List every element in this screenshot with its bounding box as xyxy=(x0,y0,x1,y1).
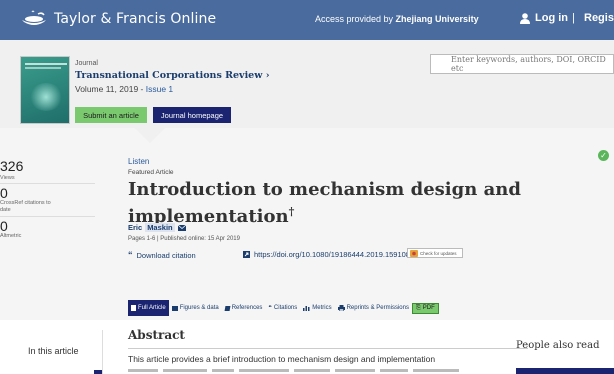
printer-icon xyxy=(337,305,345,311)
tab-metrics[interactable]: Metrics xyxy=(300,300,334,316)
login-label: Log in xyxy=(535,12,568,24)
access-provided: Access provided by Zhejiang University xyxy=(315,14,479,24)
envelope-icon[interactable] xyxy=(177,224,186,231)
issue-link[interactable]: Issue 1 xyxy=(146,84,173,94)
journal-volume: Volume 11, 2019 - Issue 1 xyxy=(75,84,173,94)
tab-citations[interactable]: “ Citations xyxy=(265,300,300,316)
check-updates-label: Check for updates xyxy=(420,250,457,256)
author-last-name: Maskin xyxy=(145,223,175,232)
author-first-name: Eric xyxy=(128,223,143,232)
search-input[interactable]: Enter keywords, authors, DOI, ORCID etc xyxy=(430,54,614,74)
metric-value: 326 xyxy=(0,158,24,174)
pages-published: Pages 1-6 | Published online: 15 Apr 201… xyxy=(128,236,240,242)
listen-link[interactable]: Listen xyxy=(128,157,149,166)
tab-full-article[interactable]: Full Article xyxy=(128,300,169,316)
title-footnote-mark[interactable]: † xyxy=(289,205,295,218)
header-pointer xyxy=(135,128,165,143)
download-citation-link[interactable]: “ Download citation xyxy=(128,250,196,260)
people-also-read-item[interactable] xyxy=(516,368,614,374)
access-prefix: Access provided by xyxy=(315,14,396,24)
login-link[interactable]: Log in xyxy=(520,12,568,24)
submit-article-button[interactable]: Submit an article xyxy=(75,107,147,123)
abstract-divider xyxy=(128,348,528,349)
bar-chart-icon xyxy=(303,306,310,311)
checkmark-icon: ✓ xyxy=(598,150,609,161)
tab-pdf[interactable]: ⎘ PDF xyxy=(411,302,439,314)
in-this-article-label[interactable]: In this article xyxy=(28,346,79,356)
author-line[interactable]: Eric Maskin xyxy=(128,223,186,232)
header-separator: | xyxy=(572,12,575,24)
abstract-cropped-line xyxy=(128,369,488,374)
tab-label: Reprints & Permissions xyxy=(346,305,409,311)
metric-label: CrossRef citations to date xyxy=(0,200,51,213)
register-link[interactable]: Register xyxy=(584,12,614,24)
tab-label: Full Article xyxy=(138,305,166,311)
journal-cover-image[interactable] xyxy=(20,56,70,124)
site-logo[interactable]: Taylor & Francis Online xyxy=(20,10,216,28)
pdf-icon: ⎘ xyxy=(415,304,421,311)
tab-label: Metrics xyxy=(312,305,332,311)
sidebar-divider xyxy=(102,330,103,374)
journal-title-link[interactable]: Transnational Corporations Review › xyxy=(75,70,270,81)
check-for-updates-button[interactable]: Check for updates xyxy=(407,248,463,258)
article-title-text: Introduction to mechanism design and imp… xyxy=(128,179,521,227)
volume-text: Volume 11, 2019 - xyxy=(75,84,146,94)
quote-icon: “ xyxy=(128,250,133,260)
user-icon xyxy=(520,12,530,24)
metric-value: 0 xyxy=(0,218,8,234)
metric-label[interactable]: Altmetric xyxy=(0,233,21,240)
tab-label: Figures & data xyxy=(179,305,219,311)
tab-label: References xyxy=(231,305,263,311)
metric-label: Views xyxy=(0,175,15,181)
download-citation-label: Download citation xyxy=(136,250,196,260)
article-tabs: Full Article Figures & data References “… xyxy=(128,300,439,316)
tab-label: PDF xyxy=(422,305,435,311)
image-icon xyxy=(171,305,178,311)
sidebar-nav-marker xyxy=(94,370,102,374)
document-icon xyxy=(131,305,136,311)
tab-reprints-permissions[interactable]: Reprints & Permissions xyxy=(335,300,412,316)
doi-link[interactable]: https://doi.org/10.1080/19186444.2019.15… xyxy=(243,250,414,259)
quote-icon: “ xyxy=(268,304,272,312)
lamp-icon xyxy=(22,10,46,25)
journal-label: Journal xyxy=(75,60,98,67)
people-also-read-heading: People also read xyxy=(516,340,600,351)
tab-label: Citations xyxy=(273,305,298,311)
tab-figures-data[interactable]: Figures & data xyxy=(169,300,222,316)
metric-value: 0 xyxy=(0,185,8,201)
book-icon xyxy=(224,305,231,311)
article-type: Featured Article xyxy=(128,169,174,176)
external-link-icon xyxy=(243,251,250,258)
access-institution: Zhejiang University xyxy=(395,14,479,24)
logo-text: Taylor & Francis Online xyxy=(54,11,217,27)
crossmark-icon xyxy=(410,249,418,257)
journal-homepage-button[interactable]: Journal homepage xyxy=(153,107,231,123)
tab-references[interactable]: References xyxy=(222,300,266,316)
doi-text: https://doi.org/10.1080/19186444.2019.15… xyxy=(254,250,415,259)
abstract-text: This article provides a brief introducti… xyxy=(128,354,436,364)
abstract-heading: Abstract xyxy=(128,328,185,342)
article-title: Introduction to mechanism design and imp… xyxy=(128,179,548,228)
top-bar: Taylor & Francis Online Access provided … xyxy=(0,0,614,40)
